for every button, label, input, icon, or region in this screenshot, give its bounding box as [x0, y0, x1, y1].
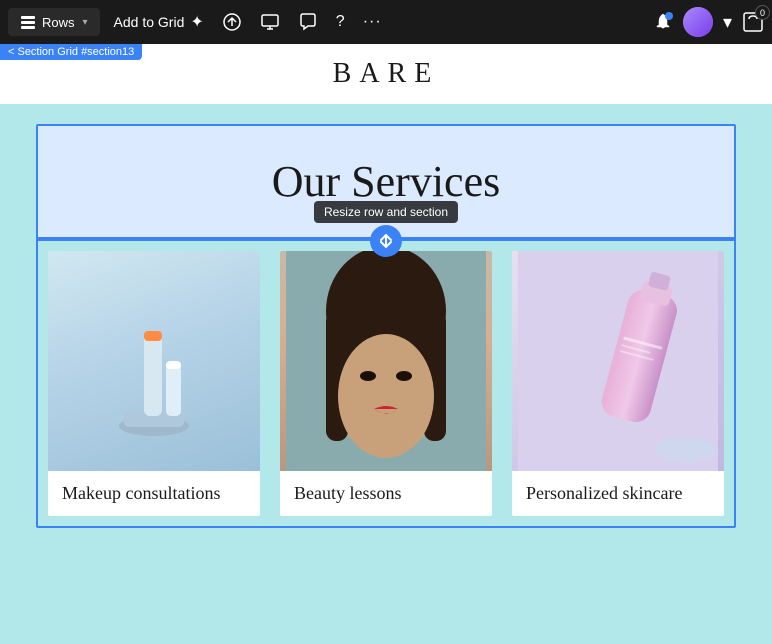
notifications-button[interactable]	[653, 12, 673, 32]
desktop-preview-button[interactable]	[260, 12, 280, 32]
card-label-beauty: Beauty lessons	[280, 471, 492, 516]
brand-name: BARE	[333, 58, 440, 90]
toolbar-icons: ? ···	[222, 12, 382, 32]
card-label-makeup: Makeup consultations	[48, 471, 260, 516]
resize-cursor-icon[interactable]	[370, 225, 402, 257]
chevron-down-icon: ▾	[83, 17, 88, 28]
service-card-makeup[interactable]: Makeup consultations	[48, 251, 260, 516]
avatar-image	[683, 7, 713, 37]
add-to-grid-label: Add to Grid	[114, 14, 185, 30]
rows-icon	[20, 14, 36, 30]
help-button[interactable]: ?	[336, 13, 345, 31]
sparkle-icon: ✦	[190, 12, 203, 32]
resize-tooltip: Resize row and section	[314, 201, 458, 223]
card-label-skincare: Personalized skincare	[512, 471, 724, 516]
rows-button[interactable]: Rows ▾	[8, 8, 100, 36]
rows-label: Rows	[42, 15, 75, 30]
cart-button[interactable]: 0	[742, 11, 764, 33]
skincare-product-svg	[518, 251, 718, 471]
canvas-area: Our Services Resize row and section	[0, 104, 772, 644]
account-chevron-button[interactable]: ▾	[723, 12, 732, 33]
card-image-skincare	[512, 251, 724, 471]
service-card-beauty[interactable]: Beauty lessons	[280, 251, 492, 516]
service-card-skincare[interactable]: Personalized skincare	[512, 251, 724, 516]
move-up-button[interactable]	[222, 12, 242, 32]
makeup-product-svg	[94, 271, 214, 451]
services-header-row[interactable]: Our Services Resize row and section	[38, 126, 734, 239]
help-icon: ?	[336, 13, 345, 31]
desktop-icon	[260, 12, 280, 32]
card-image-beauty	[280, 251, 492, 471]
cart-count: 0	[755, 5, 770, 20]
add-to-grid-button[interactable]: Add to Grid ✦	[100, 6, 218, 38]
more-options-button[interactable]: ···	[363, 13, 382, 31]
section-container: Our Services Resize row and section	[36, 124, 736, 528]
toolbar-right: ▾ 0	[653, 7, 764, 37]
comment-button[interactable]	[298, 12, 318, 32]
toolbar-left: Rows ▾ Add to Grid ✦	[8, 6, 382, 38]
more-icon: ···	[363, 13, 382, 31]
avatar[interactable]	[683, 7, 713, 37]
services-cards-row: Makeup consultations	[38, 241, 734, 526]
chevron-down-icon: ▾	[723, 12, 732, 33]
toolbar: Rows ▾ Add to Grid ✦	[0, 0, 772, 44]
services-title: Our Services	[58, 156, 714, 207]
arrange-icon	[222, 12, 242, 32]
resize-handle: Resize row and section	[314, 201, 458, 257]
beauty-face-svg	[286, 251, 486, 471]
notification-dot	[665, 12, 673, 20]
card-image-makeup	[48, 251, 260, 471]
brand-bar: < Section Grid #section13 BARE	[0, 44, 772, 104]
section-label[interactable]: < Section Grid #section13	[0, 44, 142, 60]
comment-icon	[298, 12, 318, 32]
